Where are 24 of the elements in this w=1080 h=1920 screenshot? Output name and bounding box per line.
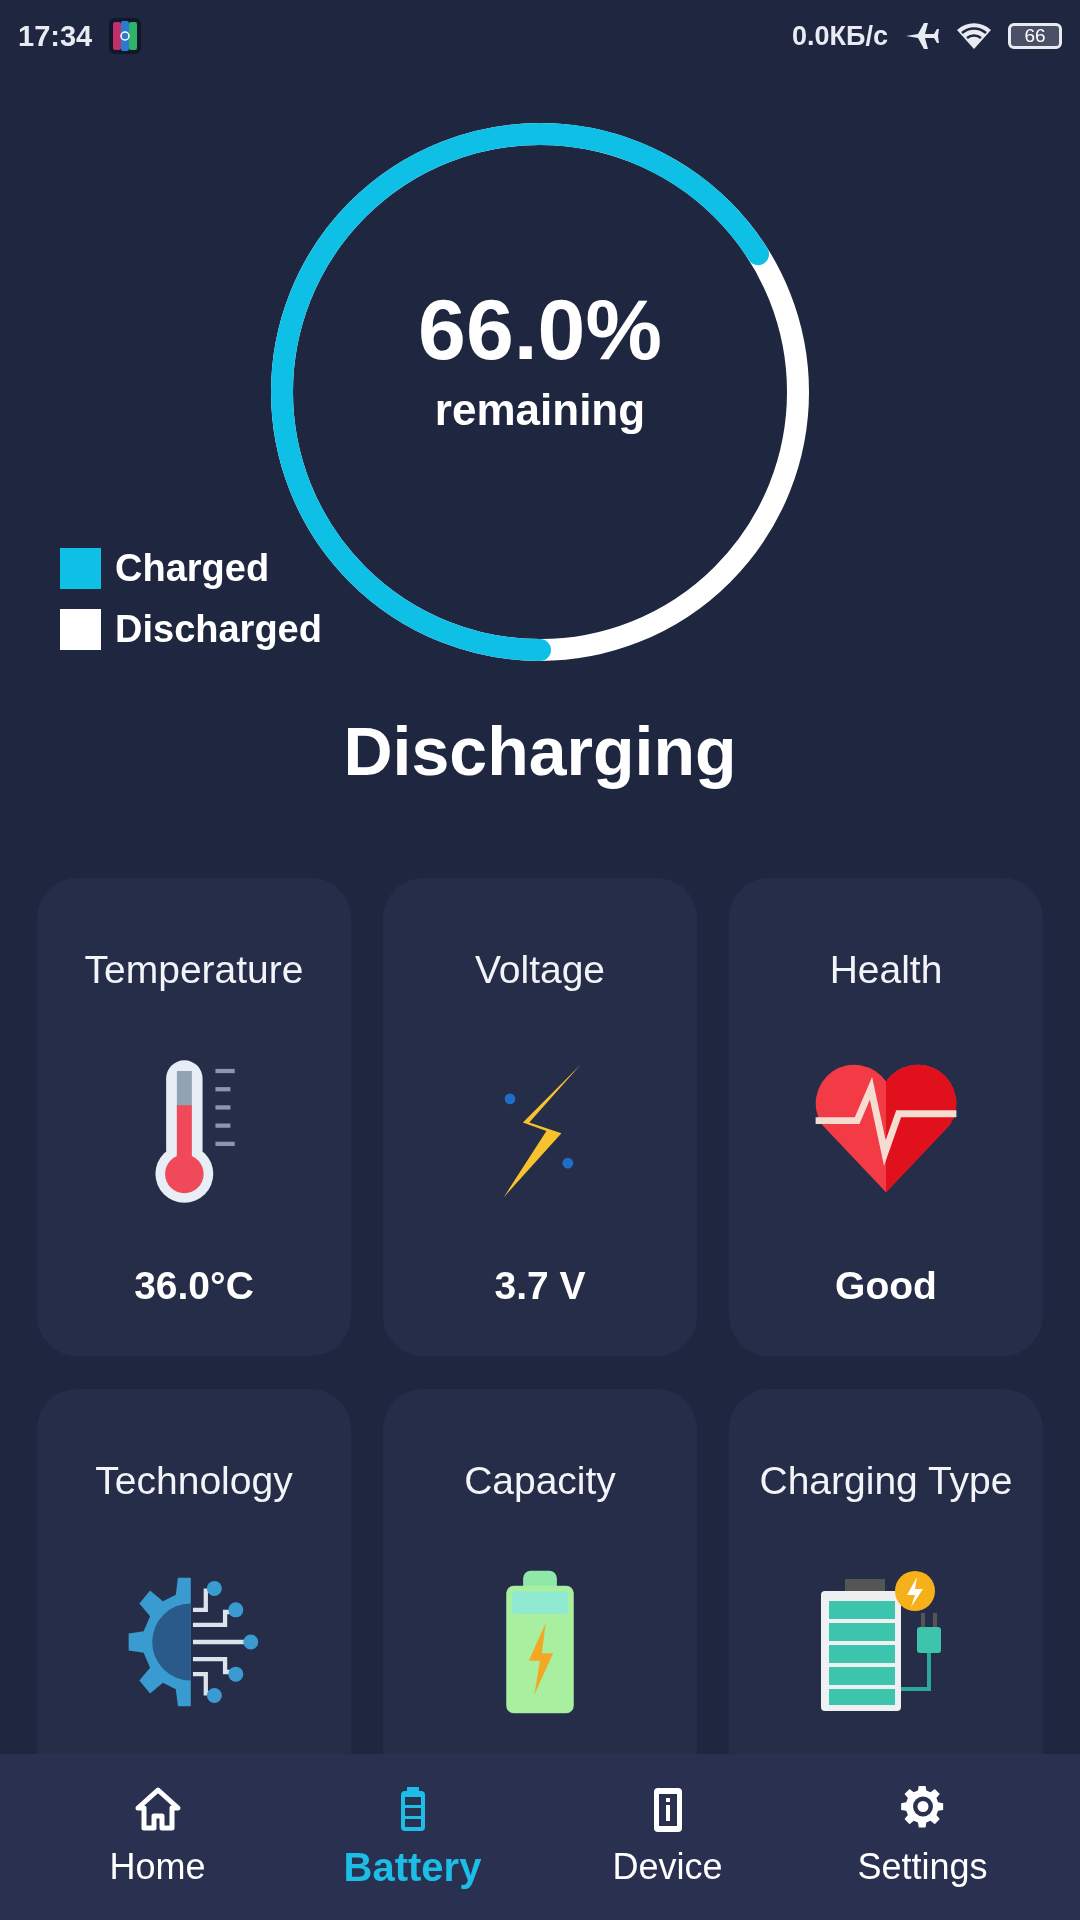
card-title: Charging Type xyxy=(759,1459,1013,1503)
card-title: Temperature xyxy=(84,948,304,992)
legend-label: Discharged xyxy=(115,608,322,651)
charging-status: Discharging xyxy=(343,712,737,790)
card-title: Technology xyxy=(95,1459,293,1503)
app-notification-icon xyxy=(108,16,143,56)
card-title: Capacity xyxy=(464,1459,616,1503)
clock: 17:34 xyxy=(18,19,93,53)
nav-tab[interactable]: Device xyxy=(567,1786,768,1888)
nav-tab[interactable]: Home xyxy=(57,1786,258,1888)
nav-tab[interactable]: Settings xyxy=(822,1786,1023,1888)
card-value: Good xyxy=(835,1264,937,1308)
network-speed: 0.0КБ/с xyxy=(792,20,888,52)
nav-tab[interactable]: Battery xyxy=(312,1784,513,1890)
remaining-label: remaining xyxy=(434,384,646,435)
battery-percent: 66.0% xyxy=(418,279,662,379)
card-title: Voltage xyxy=(474,948,606,992)
home-icon xyxy=(133,1786,182,1834)
wifi-icon xyxy=(956,21,992,51)
card-value: 36.0°C xyxy=(134,1264,254,1308)
legend-label: Charged xyxy=(115,547,270,590)
card-title: Health xyxy=(829,948,943,992)
card-value: 3.7 V xyxy=(494,1264,586,1308)
battery-indicator: 66 xyxy=(1008,23,1062,49)
